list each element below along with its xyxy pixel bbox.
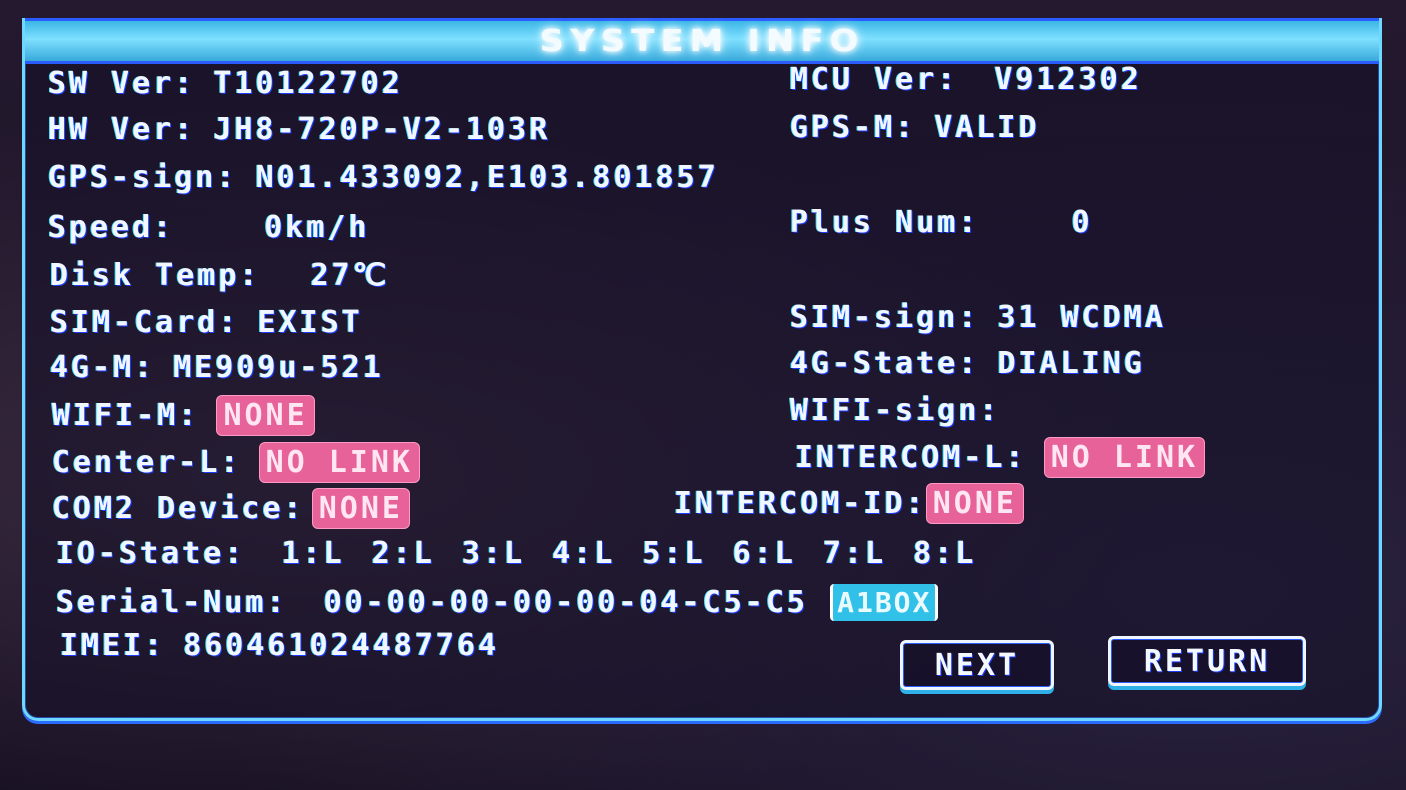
disk-temp-value: 27℃ [310,258,390,293]
com2-device-label: COM2 Device: [52,491,305,526]
wifi-sign-label: WIFI-sign: [790,393,1001,428]
sw-version-label: SW Ver: [48,66,196,101]
hw-version-label: HW Ver: [48,112,196,147]
sw-version-value: T10122702 [213,66,403,101]
sw-version-row: SW Ver: T10122702 [48,66,403,101]
panel-title: SYSTEM INFO [539,23,865,59]
io-state-label: IO-State: [56,536,246,571]
serial-num-value: 00-00-00-00-00-04-C5-C5 [323,585,809,620]
imei-value: 860461024487764 [183,628,500,663]
imei-row: IMEI: 860461024487764 [60,628,499,663]
wifi-sign-row: WIFI-sign: [790,393,1019,428]
4g-state-value: DIALING [997,346,1145,381]
serial-num-tag-badge: A1BOX [830,584,939,621]
wifi-module-label: WIFI-M: [52,398,200,433]
plus-num-row: Plus Num: 0 [790,205,1093,240]
wifi-module-row: WIFI-M: NONE [52,396,314,435]
hw-version-value: JH8-720P-V2-103R [213,112,551,147]
disk-temp-label: Disk Temp: [50,258,261,293]
intercom-id-row: INTERCOM-ID: NONE [674,484,1023,523]
gps-sign-row: GPS-sign: N01.433092,E103.801857 [48,160,719,195]
speed-value: 0km/h [264,210,370,245]
4g-state-row: 4G-State: DIALING [790,346,1145,381]
intercom-id-status-badge: NONE [926,484,1023,523]
com2-device-status-badge: NONE [312,489,409,528]
imei-label: IMEI: [60,628,166,663]
serial-num-label: Serial-Num: [56,585,288,620]
4g-module-row: 4G-M: ME909u-521 [50,350,384,385]
sim-card-label: SIM-Card: [50,305,240,340]
com2-device-row: COM2 Device: NONE [52,489,409,528]
4g-state-label: 4G-State: [790,346,980,381]
sim-card-value: EXIST [257,305,363,340]
sim-card-row: SIM-Card: EXIST [50,305,363,340]
io-state-value: 1:L 2:L 3:L 4:L 5:L 6:L 7:L 8:L [281,536,977,571]
sim-sign-row: SIM-sign: 31 WCDMA [790,300,1166,335]
hw-version-row: HW Ver: JH8-720P-V2-103R [48,112,550,147]
plus-num-value: 0 [1071,205,1093,240]
center-link-status-badge: NO LINK [259,443,419,482]
gps-sign-label: GPS-sign: [48,160,238,195]
io-state-row: IO-State: 1:L 2:L 3:L 4:L 5:L 6:L 7:L 8:… [56,536,976,571]
intercom-link-status-badge: NO LINK [1044,438,1205,477]
center-link-row: Center-L: NO LINK [52,443,419,482]
serial-num-row: Serial-Num: 00-00-00-00-00-04-C5-C5 A1BO… [56,584,939,621]
intercom-id-label: INTERCOM-ID: [674,486,927,521]
gps-sign-value: N01.433092,E103.801857 [255,160,719,195]
speed-row: Speed: 0km/h [48,210,370,245]
gps-module-value: VALID [934,110,1040,145]
sim-sign-value: 31 WCDMA [997,300,1167,335]
gps-module-row: GPS-M: VALID [790,110,1040,145]
disk-temp-row: Disk Temp: 27℃ [50,258,389,293]
title-bar: SYSTEM INFO [25,18,1379,64]
plus-num-label: Plus Num: [790,205,980,240]
return-button[interactable]: RETURN [1108,636,1306,686]
4g-module-label: 4G-M: [50,350,156,385]
mcu-version-value: V912302 [994,62,1142,97]
sim-sign-label: SIM-sign: [790,300,980,335]
mcu-version-row: MCU Ver: V912302 [790,62,1142,97]
next-button[interactable]: NEXT [900,640,1054,690]
mcu-version-label: MCU Ver: [790,62,959,97]
intercom-link-label: INTERCOM-L: [795,440,1027,475]
4g-module-value: ME909u-521 [173,350,384,385]
center-link-label: Center-L: [52,445,242,480]
speed-label: Speed: [48,210,175,245]
gps-module-label: GPS-M: [790,110,917,145]
intercom-link-row: INTERCOM-L: NO LINK [795,438,1205,477]
wifi-module-status-badge: NONE [217,396,314,435]
